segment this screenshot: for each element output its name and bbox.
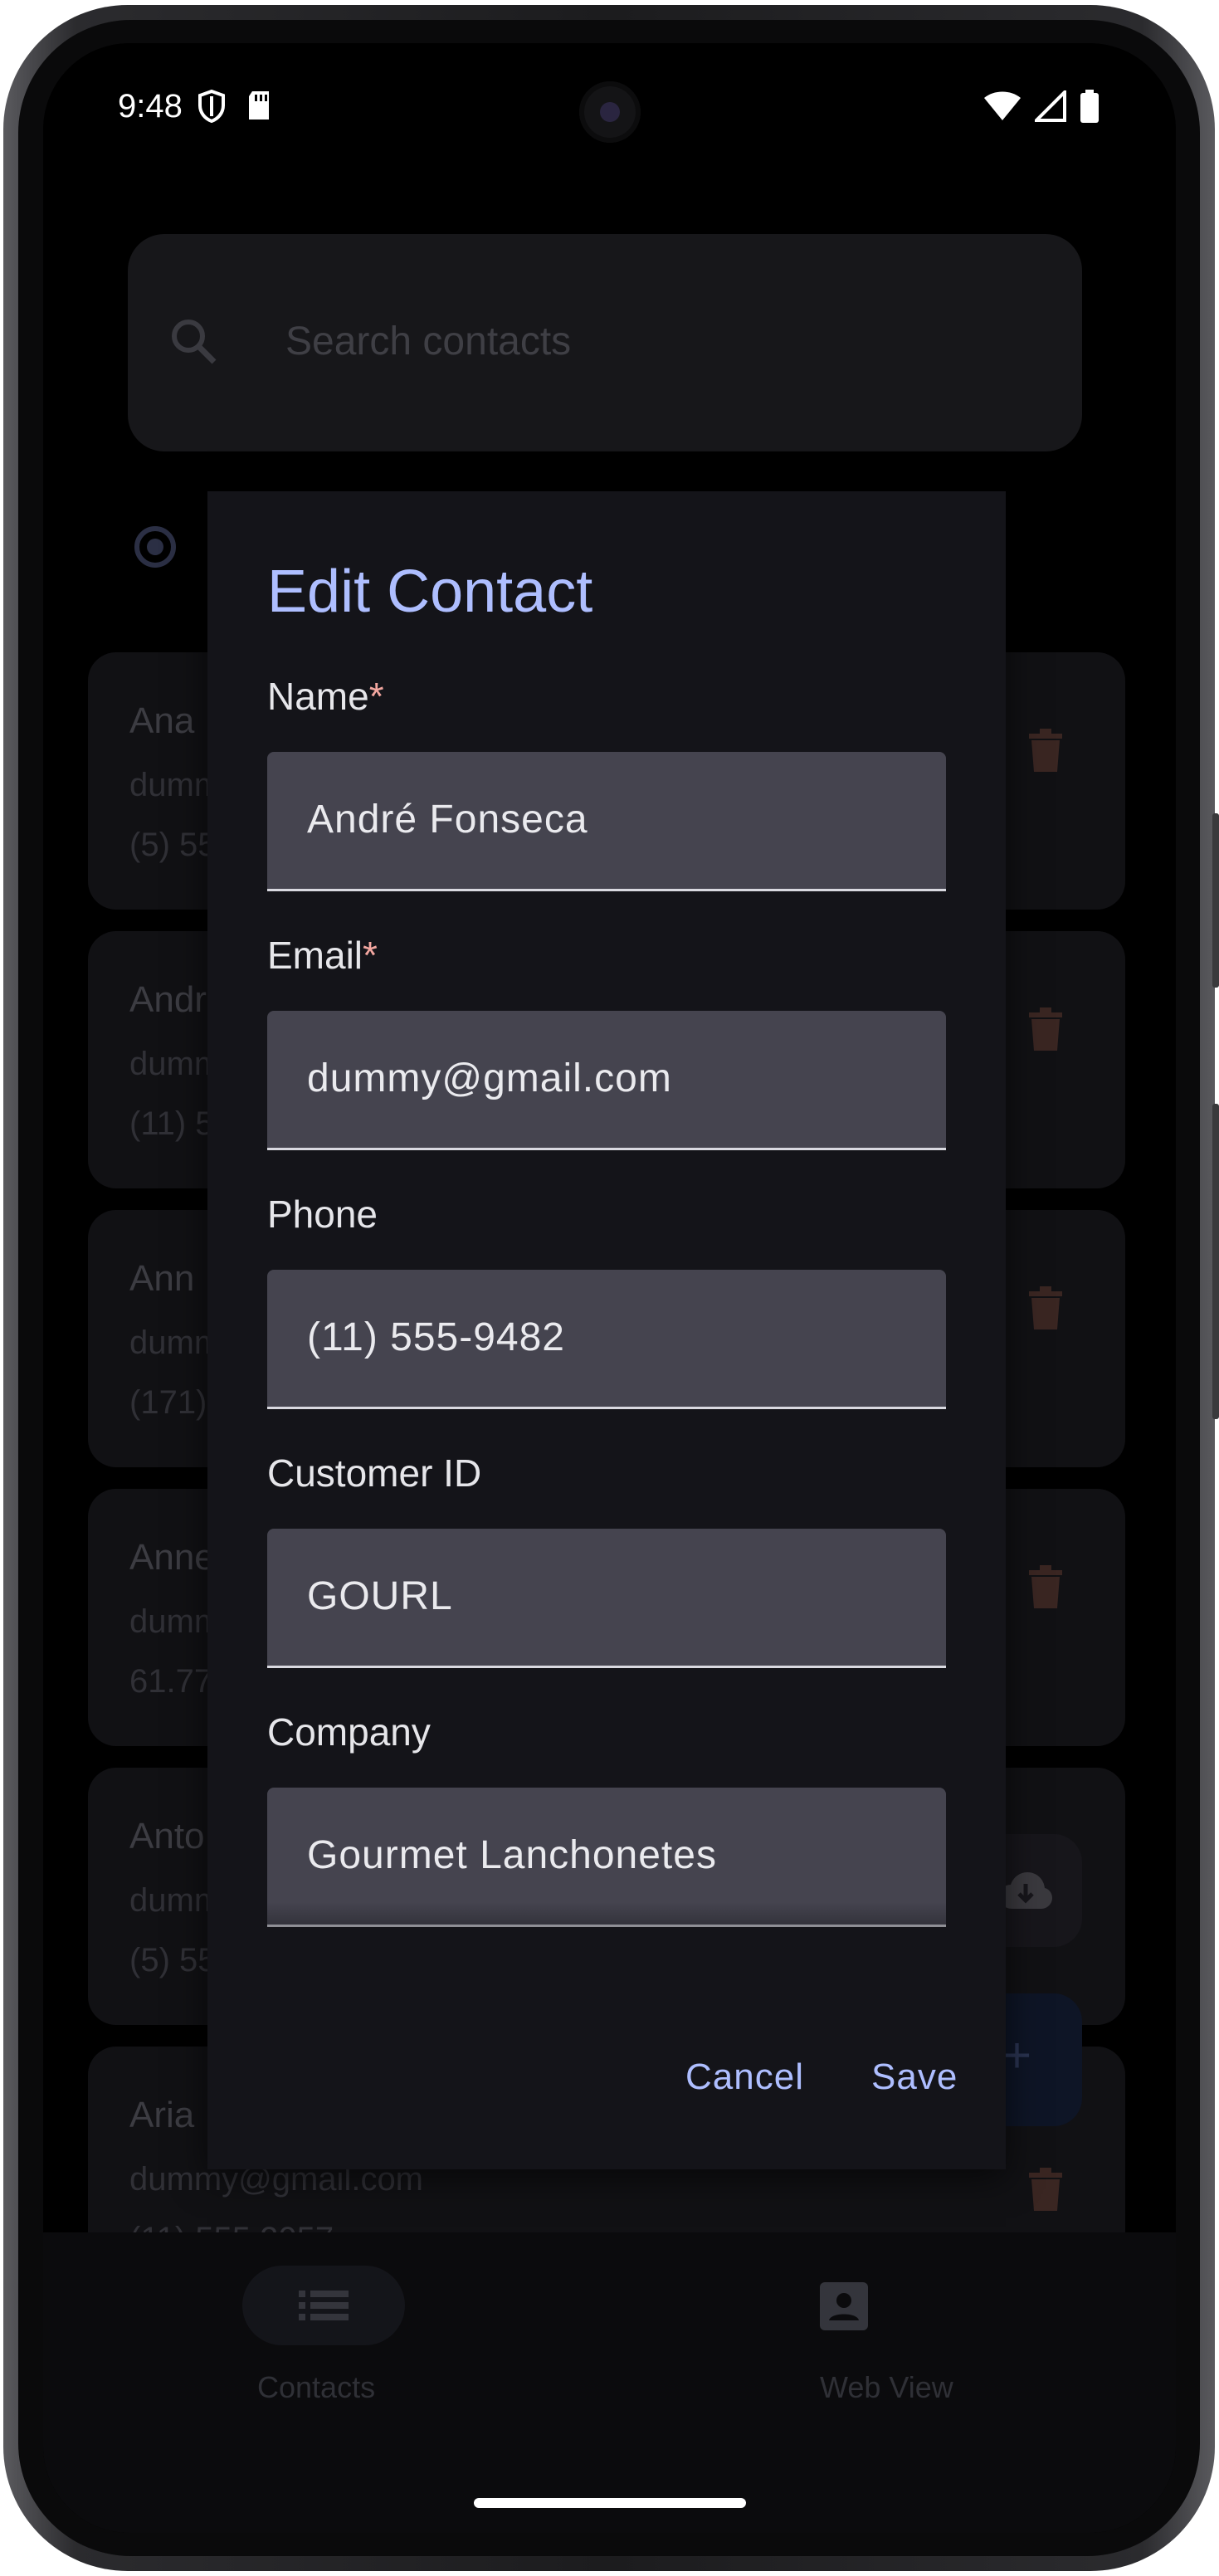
device: 9:48 Search contacts Ana dumm (5) 55 And… xyxy=(0,0,1219,2576)
company-value: Gourmet Lanchonetes xyxy=(307,1833,717,1877)
contact-phone: (5) 55 xyxy=(129,1942,217,1978)
power-button xyxy=(1212,1104,1219,1419)
shield-icon xyxy=(197,89,226,127)
status-icons-left xyxy=(197,89,272,127)
edit-contact-dialog: Edit Contact Name* André Fonseca Email* … xyxy=(207,491,1006,2169)
search-icon xyxy=(169,317,217,369)
volume-button xyxy=(1212,813,1219,988)
name-label: Name* xyxy=(267,674,384,719)
phone-field[interactable]: (11) 555-9482 xyxy=(267,1270,946,1409)
trash-icon[interactable] xyxy=(1029,2168,1062,2215)
customer-id-field[interactable]: GOURL xyxy=(267,1529,946,1668)
wifi-icon xyxy=(983,90,1022,126)
scroll-fade xyxy=(267,1902,946,1965)
phone-value: (11) 555-9482 xyxy=(307,1315,565,1359)
cancel-button[interactable]: Cancel xyxy=(685,2056,804,2098)
contact-phone: (11) 5 xyxy=(129,1105,214,1142)
email-label-text: Email xyxy=(267,934,363,977)
status-icons-right xyxy=(983,88,1100,127)
person-card-icon[interactable] xyxy=(820,2282,868,2334)
contact-phone: 61.77 xyxy=(129,1663,213,1700)
company-label: Company xyxy=(267,1710,431,1754)
save-button[interactable]: Save xyxy=(871,2056,958,2098)
email-field[interactable]: dummy@gmail.com xyxy=(267,1011,946,1150)
search-bar[interactable]: Search contacts xyxy=(128,234,1082,451)
contact-name: Aria xyxy=(129,2095,195,2135)
name-value: André Fonseca xyxy=(307,798,588,842)
signal-icon xyxy=(1032,88,1066,126)
contact-name: Ann xyxy=(129,1258,195,1299)
search-placeholder: Search contacts xyxy=(285,320,572,363)
trash-icon[interactable] xyxy=(1029,1286,1062,1334)
front-camera xyxy=(579,81,641,143)
trash-icon[interactable] xyxy=(1029,1007,1062,1055)
battery-icon xyxy=(1080,90,1100,127)
email-label: Email* xyxy=(267,933,378,978)
contact-name: Andr xyxy=(129,979,207,1020)
sd-card-icon xyxy=(246,90,272,127)
trash-icon[interactable] xyxy=(1029,729,1062,776)
dialog-form-scroll[interactable]: Name* André Fonseca Email* dummy@gmail.c… xyxy=(207,491,1006,1965)
status-time: 9:48 xyxy=(118,88,183,124)
plus-icon: + xyxy=(1002,2027,1032,2083)
bottom-navigation: Contacts Web View xyxy=(43,2232,1176,2533)
contact-phone: (171) xyxy=(129,1384,207,1421)
home-indicator[interactable] xyxy=(474,2498,746,2508)
required-marker: * xyxy=(368,675,384,718)
contact-name: Anne xyxy=(129,1537,215,1578)
name-field[interactable]: André Fonseca xyxy=(267,752,946,891)
required-marker: * xyxy=(363,934,378,977)
cloud-download-icon xyxy=(999,1872,1052,1915)
phone-label: Phone xyxy=(267,1193,378,1236)
list-icon xyxy=(299,2291,349,2325)
contact-name: Anto xyxy=(129,1816,205,1856)
trash-icon[interactable] xyxy=(1029,1565,1062,1612)
name-label-text: Name xyxy=(267,675,369,718)
email-value: dummy@gmail.com xyxy=(307,1056,672,1100)
contact-phone: (5) 55 xyxy=(129,827,217,863)
filter-radio[interactable] xyxy=(134,526,176,568)
nav-web-view-label[interactable]: Web View xyxy=(820,2370,953,2405)
nav-contacts-label: Contacts xyxy=(257,2370,376,2404)
contact-name: Ana xyxy=(129,700,195,741)
screen: 9:48 Search contacts Ana dumm (5) 55 And… xyxy=(43,43,1176,2533)
customer-id-label: Customer ID xyxy=(267,1451,482,1495)
nav-contacts[interactable] xyxy=(242,2266,405,2345)
customer-id-value: GOURL xyxy=(307,1574,453,1618)
